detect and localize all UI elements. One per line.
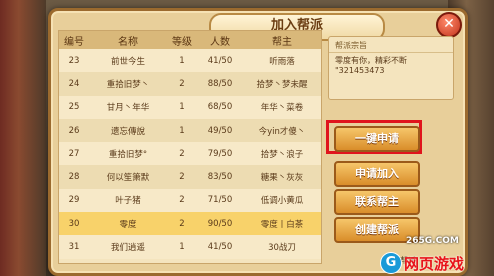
cell-name: 何以笙箫默 — [106, 173, 150, 184]
cell-id: 29 — [68, 195, 80, 206]
watermark-brand: G 网页游戏 — [380, 252, 464, 274]
cell-members: 79/50 — [207, 148, 233, 159]
cell-leader: 听雨落 — [269, 56, 295, 67]
cell-level: 1 — [179, 242, 185, 253]
cell-leader: 拾梦丶梦未醒 — [256, 79, 308, 90]
info-title: 帮派宗旨 — [329, 37, 453, 53]
cell-level: 1 — [179, 102, 185, 113]
cell-id: 31 — [68, 242, 80, 253]
watermark-brand-text: 网页游戏 — [404, 254, 465, 273]
watermark-logo-icon: G — [380, 252, 402, 274]
table-row[interactable]: 25 甘月丶年华 1 68/50 年华丶菜卷 — [59, 95, 321, 119]
table-row[interactable]: 31 我们逍遥 1 41/50 30战刀 — [59, 235, 321, 259]
header-members: 人数 — [210, 36, 230, 48]
cell-name: 重拾旧梦° — [108, 149, 148, 160]
table-row[interactable]: 23 前世今生 1 41/50 听雨落 — [59, 49, 321, 73]
guild-table: 编号 名称 等级 人数 帮主 23 前世今生 1 41/50 听雨落 24 重拾旧梦丶 2 88… — [58, 30, 322, 264]
cell-members: 49/50 — [207, 125, 233, 136]
table-body: 23 前世今生 1 41/50 听雨落 24 重拾旧梦丶 2 88/50 拾梦丶梦未醒 25 甘月丶年… — [59, 49, 321, 259]
one-click-apply-button[interactable]: 一键申请 — [334, 126, 420, 152]
cell-members: 90/50 — [207, 218, 233, 229]
cell-level: 2 — [179, 218, 185, 229]
cell-level: 2 — [179, 195, 185, 206]
cell-level: 2 — [179, 148, 185, 159]
table-row[interactable]: 27 重拾旧梦° 2 79/50 拾梦丶浪子 — [59, 142, 321, 166]
cell-leader: 年华丶菜卷 — [260, 103, 304, 114]
table-row[interactable]: 29 叶子猪 2 71/50 低调小黄瓜 — [59, 188, 321, 213]
cell-level: 2 — [179, 78, 185, 89]
cell-leader: 低调小黄瓜 — [260, 196, 304, 207]
cell-id: 23 — [68, 55, 80, 66]
cell-members: 41/50 — [207, 242, 233, 253]
cell-members: 71/50 — [207, 195, 233, 206]
cell-name: 前世今生 — [110, 56, 145, 67]
cell-leader: 30战刀 — [268, 243, 296, 254]
info-line-2: "321453473 — [335, 66, 385, 75]
table-header: 编号 名称 等级 人数 帮主 — [59, 31, 321, 49]
table-row[interactable]: 24 重拾旧梦丶 2 88/50 拾梦丶梦未醒 — [59, 72, 321, 96]
cell-leader: 糖果丶灰灰 — [260, 173, 304, 184]
close-icon: ✕ — [443, 16, 455, 32]
cell-name: 零度 — [119, 219, 137, 230]
cell-name: 叶子猪 — [115, 196, 141, 207]
close-button[interactable]: ✕ — [436, 12, 462, 38]
cell-leader: 拾梦丶浪子 — [260, 149, 304, 160]
cell-level: 1 — [179, 125, 185, 136]
cell-members: 88/50 — [207, 78, 233, 89]
apply-join-button[interactable]: 申请加入 — [334, 161, 420, 187]
cell-level: 1 — [179, 55, 185, 66]
cell-leader: 今yin才傻丶 — [258, 126, 306, 137]
cell-name: 我们逍遥 — [110, 243, 145, 254]
cell-name: 重拾旧梦丶 — [106, 79, 150, 90]
cell-leader: 零度丨白茶 — [260, 219, 304, 230]
scene-left-strip — [0, 0, 46, 276]
contact-leader-button[interactable]: 联系帮主 — [334, 189, 420, 215]
header-name: 名称 — [118, 36, 138, 48]
cell-level: 2 — [179, 172, 185, 183]
cell-id: 26 — [68, 125, 80, 136]
header-id: 编号 — [64, 36, 84, 48]
guild-info-panel: 帮派宗旨 零度有你，精彩不断 "321453473 — [328, 36, 454, 100]
info-line-1: 零度有你，精彩不断 — [335, 56, 407, 65]
cell-id: 27 — [68, 148, 80, 159]
header-level: 等级 — [172, 36, 192, 48]
table-row[interactable]: 26 遗忘傳說 1 49/50 今yin才傻丶 — [59, 118, 321, 143]
cell-members: 68/50 — [207, 102, 233, 113]
header-leader: 帮主 — [272, 36, 292, 48]
watermark-site: 265G.COM — [406, 236, 459, 246]
cell-id: 25 — [68, 102, 80, 113]
table-row[interactable]: 30 零度 2 90/50 零度丨白茶 — [59, 212, 321, 236]
cell-name: 遗忘傳說 — [110, 126, 145, 137]
cell-id: 30 — [68, 218, 80, 229]
info-text: 零度有你，精彩不断 "321453473 — [329, 53, 453, 79]
cell-id: 28 — [68, 172, 80, 183]
table-row[interactable]: 28 何以笙箫默 2 83/50 糖果丶灰灰 — [59, 165, 321, 189]
cell-members: 41/50 — [207, 55, 233, 66]
cell-members: 83/50 — [207, 172, 233, 183]
cell-id: 24 — [68, 78, 80, 89]
cell-name: 甘月丶年华 — [106, 103, 150, 114]
